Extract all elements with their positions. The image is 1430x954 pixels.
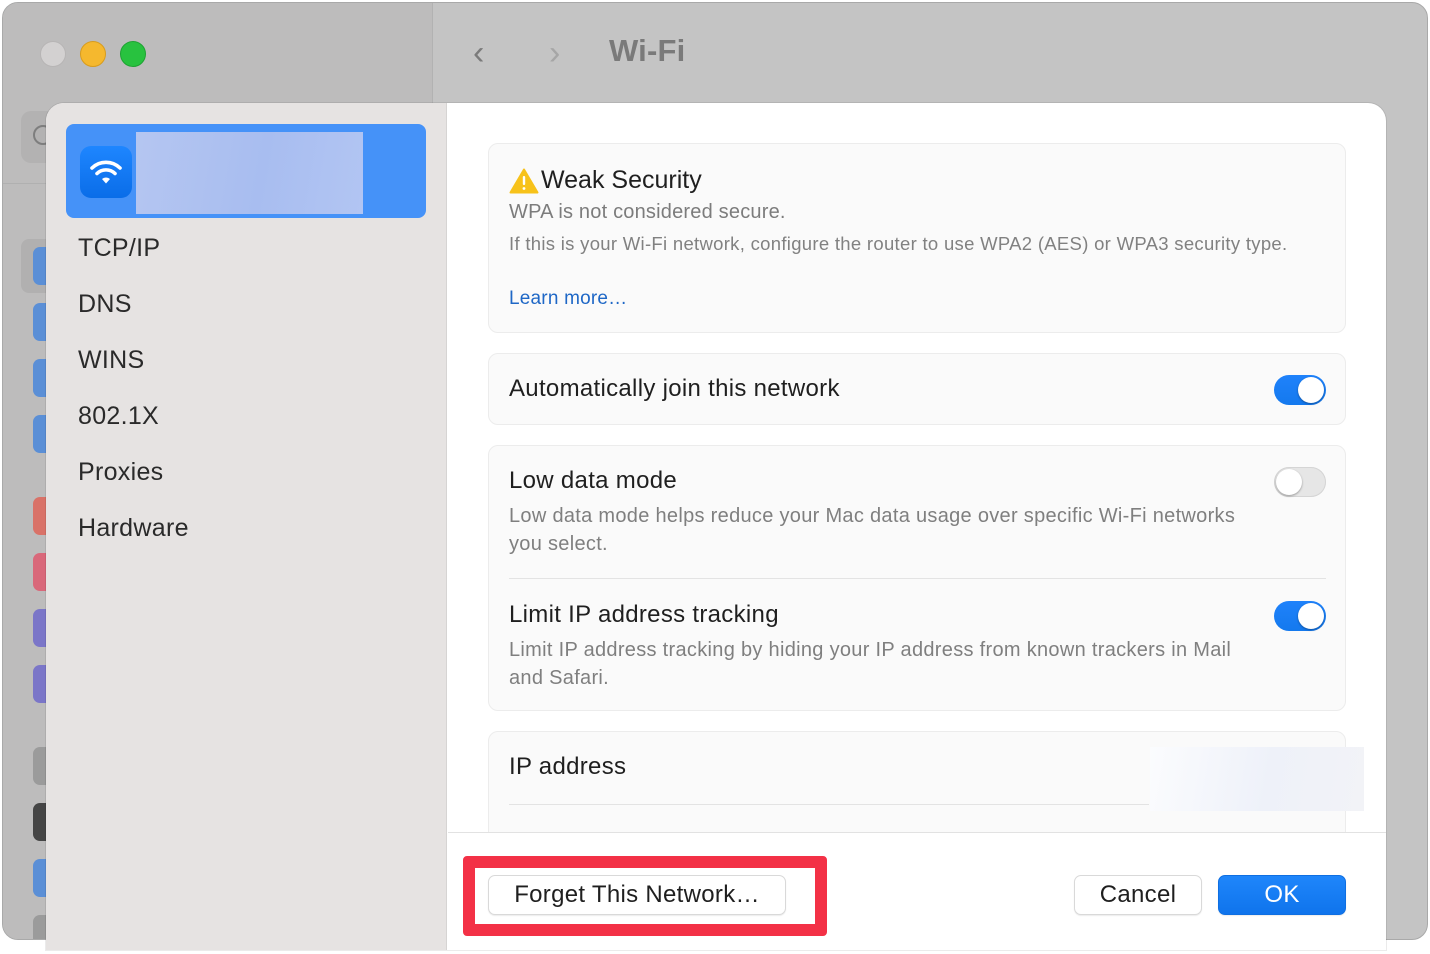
auto-join-label: Automatically join this network (509, 375, 840, 402)
network-settings-content: Weak Security WPA is not considered secu… (448, 103, 1386, 832)
network-name-redacted (136, 132, 363, 214)
sidebar-item-tcpip[interactable]: TCP/IP (78, 231, 189, 287)
maximize-window-button[interactable] (120, 41, 146, 67)
forget-network-button[interactable]: Forget This Network… (488, 875, 786, 915)
sheet-sidebar: TCP/IP DNS WINS 802.1X Proxies Hardware (46, 103, 447, 950)
warning-subtitle: WPA is not considered secure. (509, 201, 786, 223)
wifi-icon (80, 146, 132, 198)
data-privacy-card: Low data mode Low data mode helps reduce… (488, 445, 1346, 711)
sidebar-item-proxies[interactable]: Proxies (78, 455, 189, 511)
toggle-knob (1298, 377, 1324, 403)
warning-heading: Weak Security (509, 166, 702, 195)
forward-chevron-icon[interactable]: › (549, 33, 560, 73)
ip-address-label: IP address (509, 753, 627, 780)
auto-join-card: Automatically join this network (488, 353, 1346, 425)
low-data-mode-toggle[interactable] (1274, 467, 1326, 497)
toggle-knob (1276, 469, 1302, 495)
back-chevron-icon[interactable]: ‹ (473, 33, 484, 73)
sheet-footer: Forget This Network… Cancel OK (448, 832, 1386, 950)
warning-description: If this is your Wi-Fi network, configure… (509, 233, 1288, 254)
toggle-knob (1298, 603, 1324, 629)
sidebar-item-8021x[interactable]: 802.1X (78, 399, 189, 455)
row-divider (509, 578, 1326, 579)
window-title: Wi-Fi (609, 33, 686, 68)
sidebar-item-hardware[interactable]: Hardware (78, 511, 189, 567)
sheet-sidebar-list: TCP/IP DNS WINS 802.1X Proxies Hardware (78, 231, 189, 567)
warning-title: Weak Security (541, 166, 702, 194)
limit-ip-tracking-toggle[interactable] (1274, 601, 1326, 631)
ok-button[interactable]: OK (1218, 875, 1346, 915)
weak-security-card: Weak Security WPA is not considered secu… (488, 143, 1346, 333)
warning-icon (509, 168, 539, 193)
minimize-window-button[interactable] (80, 41, 106, 67)
row-divider (509, 804, 1149, 805)
low-data-mode-label: Low data mode (509, 467, 678, 494)
limit-ip-tracking-label: Limit IP address tracking (509, 601, 779, 628)
network-details-sheet: TCP/IP DNS WINS 802.1X Proxies Hardware … (46, 103, 1386, 950)
cancel-button[interactable]: Cancel (1074, 875, 1202, 915)
sidebar-item-dns[interactable]: DNS (78, 287, 189, 343)
sidebar-item-wins[interactable]: WINS (78, 343, 189, 399)
learn-more-link[interactable]: Learn more… (509, 288, 627, 310)
auto-join-toggle[interactable] (1274, 375, 1326, 405)
ip-address-value-redacted (1150, 747, 1364, 811)
close-window-button[interactable] (40, 41, 66, 67)
limit-ip-tracking-description: Limit IP address tracking by hiding your… (509, 639, 1232, 689)
network-item-selected[interactable] (66, 124, 426, 218)
low-data-mode-description: Low data mode helps reduce your Mac data… (509, 505, 1236, 555)
